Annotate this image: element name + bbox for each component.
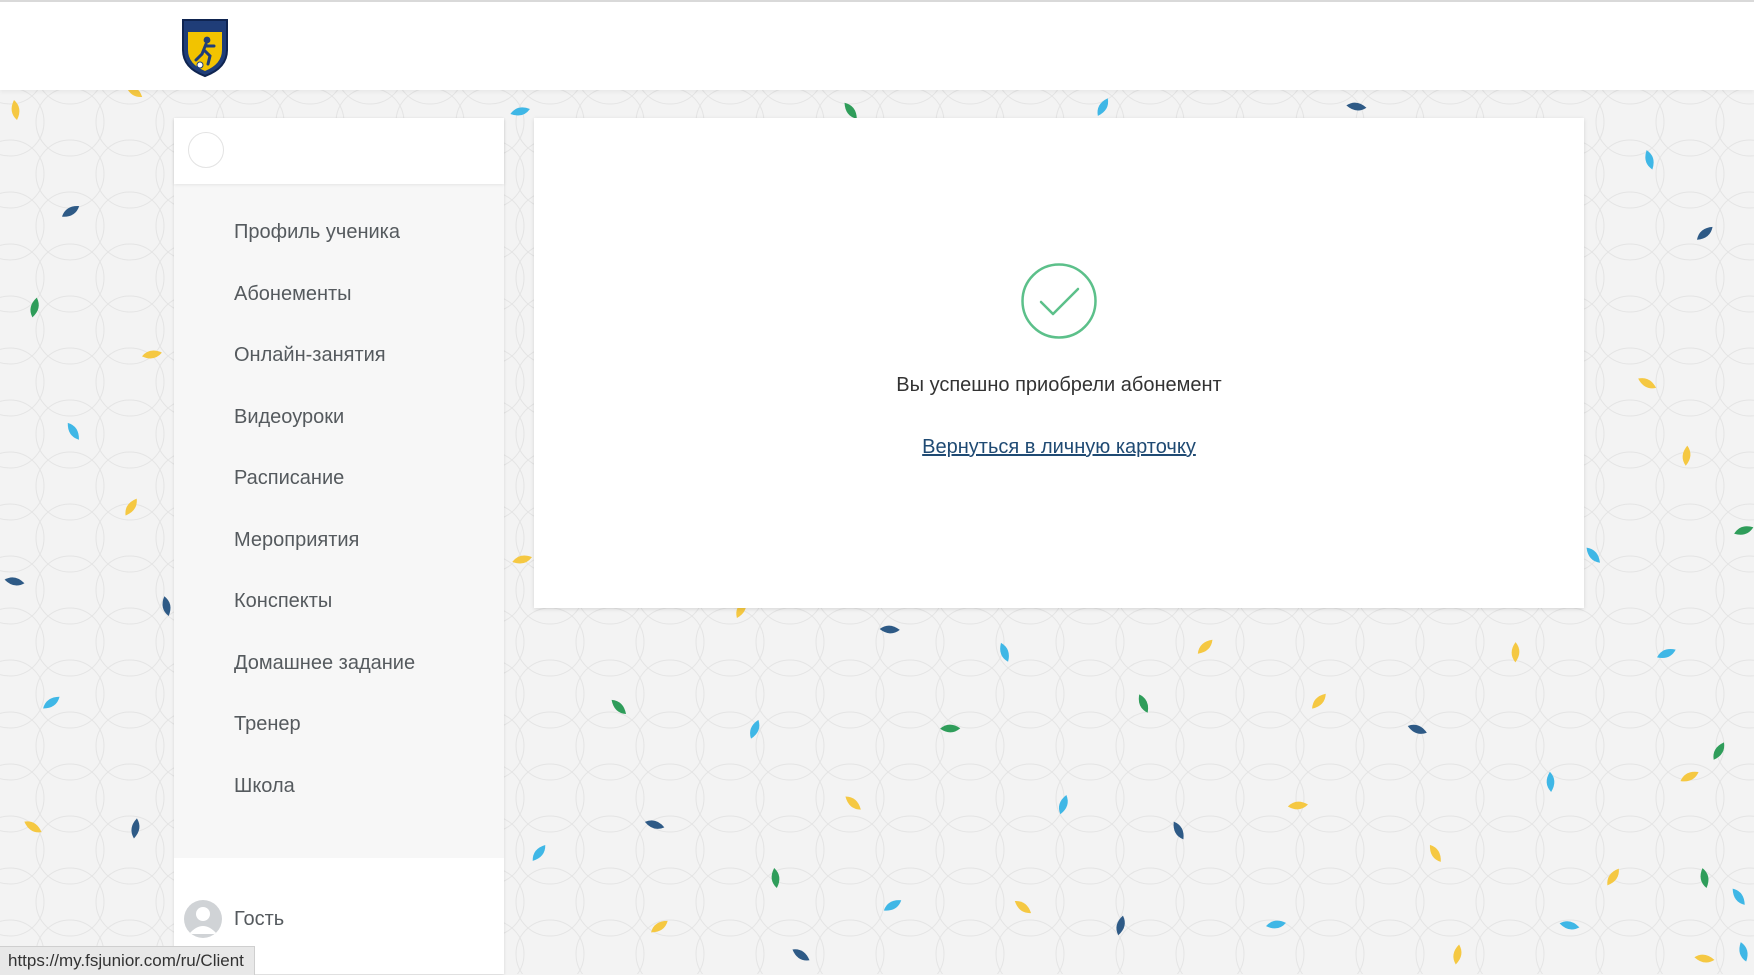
confetti-piece <box>1453 944 1462 965</box>
sidebar-item-school[interactable]: Школа <box>174 768 504 830</box>
confetti-piece <box>1700 868 1709 888</box>
confetti-piece <box>883 900 902 911</box>
user-avatar-icon <box>184 900 222 938</box>
confetti-piece <box>1346 102 1367 111</box>
success-card: Вы успешно приобрели абонемент Вернуться… <box>534 118 1584 608</box>
confetti-piece <box>792 949 810 961</box>
confetti-piece <box>1058 795 1068 815</box>
sidebar-item-notes[interactable]: Конспекты <box>174 583 504 645</box>
confetti-piece <box>61 206 80 217</box>
top-bar <box>0 0 1754 90</box>
confetti-piece <box>845 796 861 810</box>
confetti-piece <box>1429 844 1441 862</box>
confetti-piece <box>1696 226 1713 240</box>
sidebar-item-video-lessons[interactable]: Видеоуроки <box>174 399 504 461</box>
sidebar: Профиль ученика Абонементы Онлайн-заняти… <box>174 118 504 974</box>
confetti-piece <box>1732 888 1745 905</box>
confetti-piece <box>1287 801 1308 810</box>
sidebar-item-coach[interactable]: Тренер <box>174 706 504 768</box>
confetti-piece <box>1097 98 1109 116</box>
sidebar-item-events[interactable]: Мероприятия <box>174 522 504 584</box>
sidebar-item-schedule[interactable]: Расписание <box>174 460 504 522</box>
confetti-piece <box>1739 942 1748 962</box>
confetti-piece <box>1680 771 1699 782</box>
confetti-piece <box>611 699 627 714</box>
success-message: Вы успешно приобрели абонемент <box>896 374 1222 396</box>
confetti-piece <box>1713 742 1725 760</box>
confetti-piece <box>1657 648 1676 658</box>
checkmark-circle-icon <box>1021 263 1097 339</box>
confetti-piece <box>4 577 25 586</box>
sidebar-item-homework[interactable]: Домашнее задание <box>174 645 504 707</box>
confetti-piece <box>1734 526 1754 535</box>
sidebar-item-online-lessons[interactable]: Онлайн-занятия <box>174 337 504 399</box>
sidebar-item-subscriptions[interactable]: Абонементы <box>174 276 504 338</box>
confetti-piece <box>1197 639 1213 654</box>
sidebar-avatar-placeholder <box>188 132 224 168</box>
confetti-piece <box>651 920 668 933</box>
sidebar-nav: Профиль ученика Абонементы Онлайн-заняти… <box>174 214 504 829</box>
junior-logo-icon[interactable] <box>180 16 230 78</box>
confetti-piece <box>125 498 137 516</box>
confetti-piece <box>1266 920 1286 929</box>
confetti-piece <box>67 422 79 440</box>
confetti-piece <box>532 844 546 861</box>
user-name: Гость <box>234 908 285 930</box>
sidebar-item-student-profile[interactable]: Профиль ученика <box>174 214 504 276</box>
confetti-piece <box>131 818 140 839</box>
back-to-card-link[interactable]: Вернуться в личную карточку <box>534 436 1584 459</box>
confetti-piece <box>510 107 530 116</box>
confetti-piece <box>771 868 780 889</box>
confetti-piece <box>1638 378 1657 389</box>
confetti-piece <box>1694 954 1715 963</box>
confetti-piece <box>1014 901 1032 914</box>
sidebar-header <box>174 118 504 184</box>
confetti-piece <box>1312 693 1326 709</box>
confetti-piece <box>879 625 900 634</box>
confetti-piece <box>1546 771 1555 792</box>
status-bar-url: https://my.fsjunior.com/ru/Client <box>0 946 255 975</box>
confetti-piece <box>1682 445 1691 466</box>
confetti-piece <box>1138 694 1149 713</box>
